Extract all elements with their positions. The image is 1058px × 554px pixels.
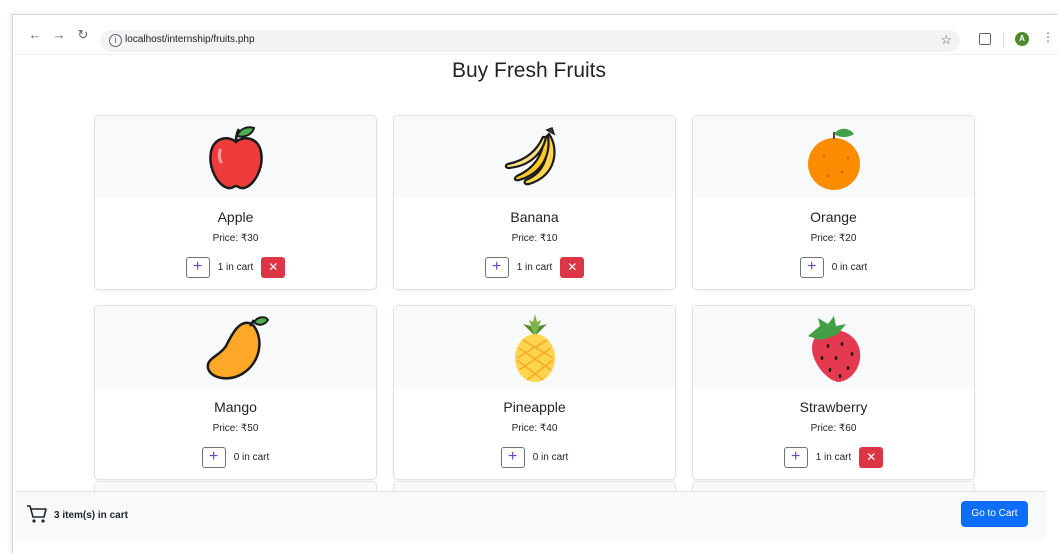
cart-count: 0 in cart: [233, 452, 270, 463]
add-to-cart-button[interactable]: +: [799, 257, 824, 278]
cart-count: 0 in cart: [831, 262, 868, 273]
remove-from-cart-button[interactable]: ✕: [859, 447, 884, 468]
page-title: Buy Fresh Fruits: [451, 59, 607, 82]
reload-icon[interactable]: ↻: [75, 28, 91, 44]
card-actions: + 0 in cart: [95, 447, 376, 468]
mango-icon: [206, 316, 269, 380]
go-to-cart-button[interactable]: Go to Cart: [961, 501, 1028, 527]
add-to-cart-button[interactable]: +: [201, 447, 226, 468]
cart-count: 1 in cart: [217, 262, 254, 273]
product-card-banana: Banana Price: ₹10 + 1 in cart ✕: [393, 115, 676, 290]
product-card-pineapple: Pineapple Price: ₹40 + 0 in cart: [393, 305, 676, 480]
menu-kebab-icon[interactable]: ⋮: [1042, 30, 1054, 44]
product-price: Price: ₹20: [810, 233, 857, 244]
address-bar[interactable]: i localhost/internship/fruits.php ☆: [100, 30, 960, 52]
add-to-cart-button[interactable]: +: [783, 447, 808, 468]
profile-avatar[interactable]: A: [1015, 32, 1029, 46]
card-image-area: [95, 116, 376, 198]
product-price: Price: ₹40: [511, 423, 558, 434]
card-image-area: [394, 116, 675, 198]
remove-from-cart-button[interactable]: ✕: [261, 257, 286, 278]
apple-icon: [208, 126, 263, 190]
shopping-cart-icon: [27, 505, 47, 523]
product-card-apple: Apple Price: ₹30 + 1 in cart ✕: [94, 115, 377, 290]
cart-count: 1 in cart: [516, 262, 553, 273]
back-icon[interactable]: ←: [27, 28, 43, 44]
product-card-strawberry: Strawberry Price: ₹60 + 1 in cart ✕: [692, 305, 975, 480]
product-name: Mango: [214, 399, 257, 415]
product-name: Pineapple: [503, 399, 566, 415]
pineapple-icon: [514, 314, 555, 382]
strawberry-icon: [807, 316, 860, 382]
card-actions: + 1 in cart ✕: [394, 257, 675, 278]
bookmark-star-icon[interactable]: ☆: [940, 32, 952, 48]
add-to-cart-button[interactable]: +: [500, 447, 525, 468]
cart-summary: 3 item(s) in cart: [54, 510, 128, 521]
card-image-area: [394, 306, 675, 388]
product-card-mango: Mango Price: ₹50 + 0 in cart: [94, 305, 377, 480]
product-name: Apple: [217, 209, 254, 225]
card-actions: + 1 in cart ✕: [693, 447, 974, 468]
browser-toolbar: ← → ↻ i localhost/internship/fruits.php …: [13, 15, 1058, 55]
url-text[interactable]: localhost/internship/fruits.php: [125, 34, 255, 45]
toolbar-divider: [1003, 33, 1004, 47]
add-to-cart-button[interactable]: +: [484, 257, 509, 278]
extensions-icon[interactable]: [979, 33, 991, 45]
cart-count: 0 in cart: [532, 452, 569, 463]
card-actions: + 0 in cart: [693, 257, 974, 278]
forward-icon[interactable]: →: [51, 28, 67, 44]
product-price: Price: ₹60: [810, 423, 857, 434]
product-name: Orange: [810, 209, 857, 225]
card-image-area: [693, 306, 974, 388]
remove-from-cart-button[interactable]: ✕: [560, 257, 585, 278]
cart-footer-bar: 3 item(s) in cart Go to Cart: [16, 491, 1046, 540]
product-name: Strawberry: [799, 399, 868, 415]
card-image-area: [95, 306, 376, 388]
product-card-orange: Orange Price: ₹20 + 0 in cart: [692, 115, 975, 290]
product-price: Price: ₹50: [212, 423, 259, 434]
product-price: Price: ₹10: [511, 233, 558, 244]
product-price: Price: ₹30: [212, 233, 259, 244]
card-actions: + 1 in cart ✕: [95, 257, 376, 278]
product-name: Banana: [510, 209, 559, 225]
add-to-cart-button[interactable]: +: [185, 257, 210, 278]
banana-icon: [504, 127, 556, 186]
cart-count: 1 in cart: [815, 452, 852, 463]
site-info-icon[interactable]: i: [109, 34, 122, 47]
card-actions: + 0 in cart: [394, 447, 675, 468]
card-image-area: [693, 116, 974, 198]
orange-icon: [807, 128, 860, 190]
